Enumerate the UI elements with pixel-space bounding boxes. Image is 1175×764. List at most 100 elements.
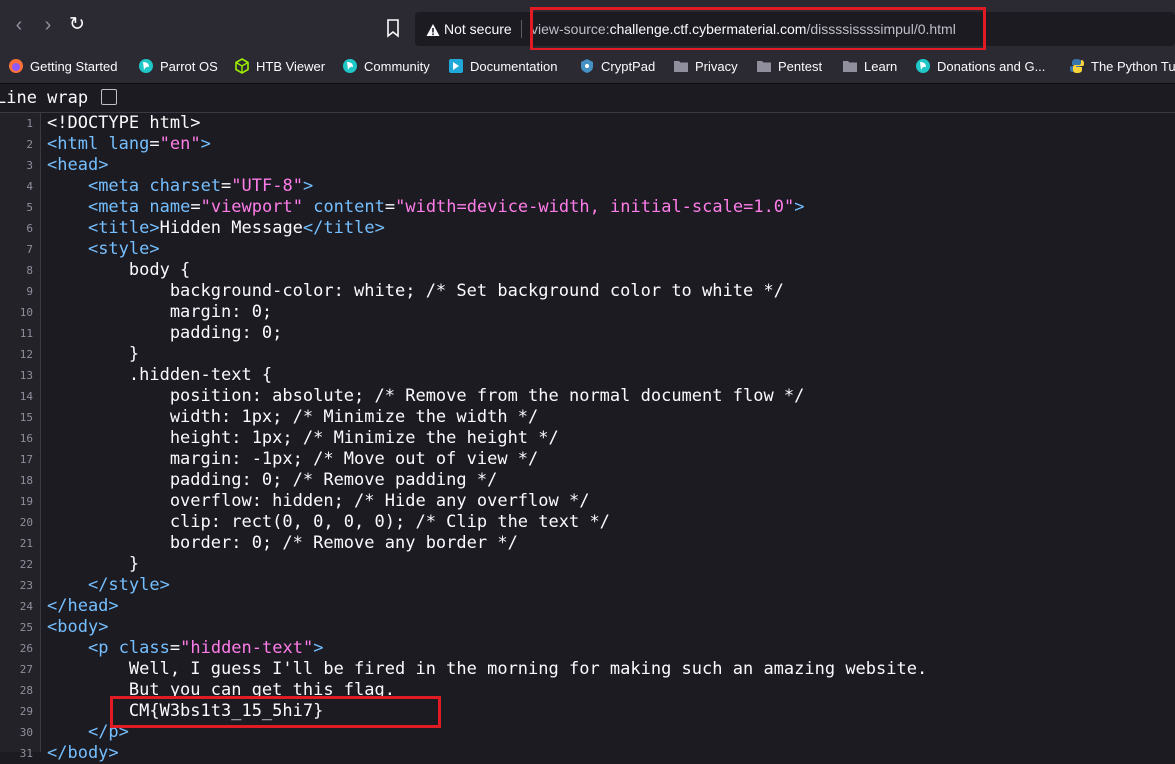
bookmark-folder-privacy[interactable]: Privacy (673, 58, 738, 76)
line-number: 2 (26, 138, 33, 151)
folder-icon (757, 61, 771, 72)
forward-icon[interactable]: › (37, 14, 59, 36)
line-number: 1 (26, 117, 33, 130)
source-line-text: <body> (47, 617, 109, 637)
back-icon[interactable]: ‹ (8, 14, 30, 36)
bookmark-label: The Python Tu (1091, 59, 1175, 74)
source-line-text: <head> (47, 155, 109, 175)
source-line: 15 width: 1px; /* Minimize the width */ (0, 407, 1175, 428)
line-number: 20 (19, 516, 33, 529)
line-number: 23 (19, 579, 33, 592)
source-line: 9 background-color: white; /* Set backgr… (0, 281, 1175, 302)
line-number: 3 (26, 159, 33, 172)
source-line: 7 <style> (0, 239, 1175, 260)
source-line: 14 position: absolute; /* Remove from th… (0, 386, 1175, 407)
view-source-header (0, 84, 1175, 113)
cube-icon (235, 58, 249, 74)
bookmark-folder-pentest[interactable]: Pentest (756, 58, 822, 76)
line-number: 24 (19, 600, 33, 613)
source-code-viewer[interactable]: 1 <!DOCTYPE html> 2 <html lang="en"> 3 <head>… (0, 113, 1175, 763)
parrot-icon (343, 59, 357, 73)
line-number: 7 (26, 243, 33, 256)
source-line: 20 clip: rect(0, 0, 0, 0); /* Clip the t… (0, 512, 1175, 533)
source-line-text: clip: rect(0, 0, 0, 0); /* Clip the text… (47, 512, 610, 532)
bookmark-htb-viewer[interactable]: HTB Viewer (234, 58, 325, 76)
bookmark-donations[interactable]: Donations and G... (915, 58, 1045, 76)
line-number: 28 (19, 684, 33, 697)
bookmark-folder-learn[interactable]: Learn (842, 58, 897, 76)
security-status[interactable]: Not secure (444, 21, 512, 37)
source-line: 11 padding: 0; (0, 323, 1175, 344)
line-number: 21 (19, 537, 33, 550)
bookmark-community[interactable]: Community (342, 58, 430, 76)
source-line-text: </body> (47, 743, 119, 763)
bookmark-documentation[interactable]: Documentation (448, 58, 557, 76)
source-line-text: height: 1px; /* Minimize the height */ (47, 428, 559, 448)
source-line-text: margin: 0; (47, 302, 273, 322)
source-line-text: padding: 0; (47, 323, 283, 343)
source-line: 17 margin: -1px; /* Move out of view */ (0, 449, 1175, 470)
source-line-text: <style> (87, 239, 160, 259)
source-line-text: <html lang="en"> (47, 134, 211, 154)
warning-icon[interactable] (426, 23, 440, 37)
line-number: 26 (19, 642, 33, 655)
source-line: 18 padding: 0; /* Remove padding */ (0, 470, 1175, 491)
source-line-text: position: absolute; /* Remove from the n… (47, 386, 805, 406)
bookmark-label: Community (364, 59, 430, 74)
source-line-text: <meta charset="UTF-8"> (87, 176, 314, 196)
bookmark-page-icon[interactable] (383, 17, 403, 39)
source-line: 26 <p class="hidden-text"> (0, 638, 1175, 659)
source-line-text: Well, I guess I'll be fired in the morni… (47, 659, 928, 679)
source-line: 16 height: 1px; /* Minimize the height *… (0, 428, 1175, 449)
bookmark-label: CryptPad (601, 59, 656, 74)
folder-icon (674, 61, 688, 72)
source-line-text: body { (47, 260, 191, 280)
source-line: 27 Well, I guess I'll be fired in the mo… (0, 659, 1175, 680)
source-line-text: <meta name="viewport" content="width=dev… (87, 197, 805, 217)
line-number: 18 (19, 474, 33, 487)
source-line: 22 } (0, 554, 1175, 575)
line-number: 25 (19, 621, 33, 634)
python-icon (1070, 59, 1084, 73)
line-number: 10 (19, 306, 33, 319)
bookmark-parrot-os[interactable]: Parrot OS (138, 58, 218, 76)
firefox-icon (9, 59, 23, 73)
cryptpad-icon (581, 59, 593, 73)
bookmark-label: Privacy (695, 59, 738, 74)
bookmark-label: Parrot OS (160, 59, 218, 74)
source-line-text: } (47, 344, 140, 364)
bookmark-cryptpad[interactable]: CryptPad (579, 58, 655, 76)
line-number: 11 (19, 327, 33, 340)
source-line: 3 <head> (0, 155, 1175, 176)
source-line: 19 overflow: hidden; /* Hide any overflo… (0, 491, 1175, 512)
url-divider (521, 20, 522, 38)
line-number: 13 (19, 369, 33, 382)
line-number: 17 (19, 453, 33, 466)
source-line: 2 <html lang="en"> (0, 134, 1175, 155)
source-line-text: </head> (47, 596, 119, 616)
source-line-text: border: 0; /* Remove any border */ (47, 533, 518, 553)
source-line-text: .hidden-text { (47, 365, 273, 385)
bookmark-getting-started[interactable]: Getting Started (8, 58, 117, 76)
source-line: 12 } (0, 344, 1175, 365)
parrot-icon (139, 59, 153, 73)
reload-icon[interactable]: ↻ (66, 14, 88, 36)
source-line: 8 body { (0, 260, 1175, 281)
source-line: 25 <body> (0, 617, 1175, 638)
source-line: 4 <meta charset="UTF-8"> (0, 176, 1175, 197)
line-number: 9 (26, 285, 33, 298)
source-line-text: <!DOCTYPE html> (47, 113, 201, 133)
source-line: 5 <meta name="viewport" content="width=d… (0, 197, 1175, 218)
bookmark-label: Learn (864, 59, 898, 74)
line-number: 8 (26, 264, 33, 277)
source-line: 6 <title>Hidden Message</title> (0, 218, 1175, 239)
line-number: 29 (19, 705, 33, 718)
folder-icon (843, 61, 857, 72)
line-wrap-checkbox[interactable] (101, 89, 117, 105)
bookmark-python-tutorial[interactable]: The Python Tu (1069, 58, 1175, 76)
source-line-text: </style> (87, 575, 170, 595)
source-line: 21 border: 0; /* Remove any border */ (0, 533, 1175, 554)
source-line-text: } (47, 554, 140, 574)
bookmark-label: HTB Viewer (256, 59, 326, 74)
bookmark-label: Donations and G... (937, 59, 1046, 74)
